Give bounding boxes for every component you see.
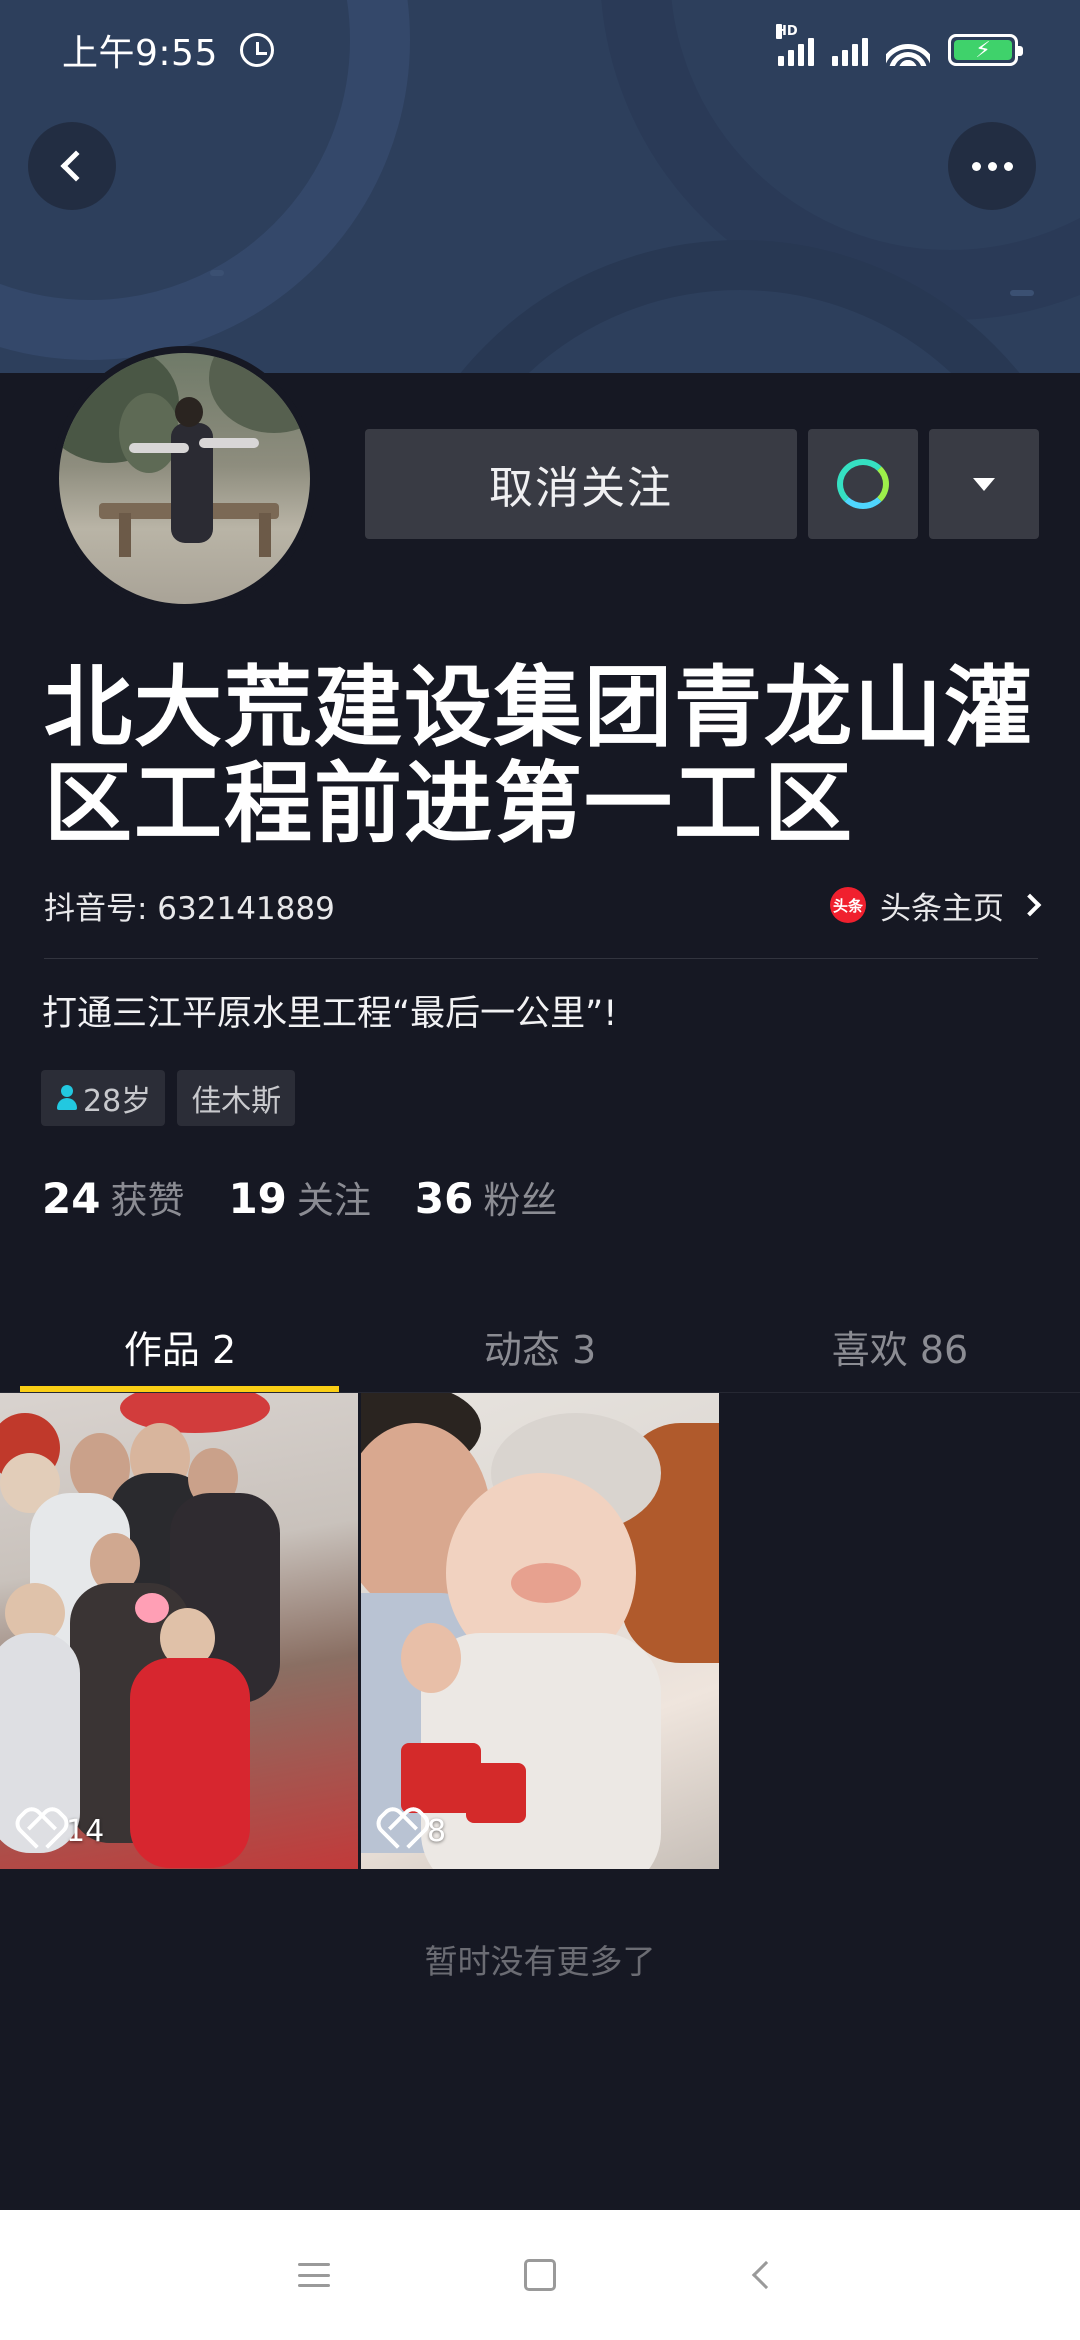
toutiao-label: 头条主页 [880,890,1004,927]
chat-bubble-icon [837,459,889,509]
battery-charging-icon: ⚡ [948,34,1023,66]
like-count-value: 8 [427,1813,447,1849]
status-bar: 上午9:55 HD ⚡ [0,0,1080,100]
video-thumbnail[interactable]: 8 [361,1393,719,1869]
toutiao-homepage-link[interactable]: 头条 头条主页 [830,883,1042,928]
status-time: 上午9:55 [62,33,218,74]
likes-stat: 24 获赞 [42,1170,184,1224]
followers-stat[interactable]: 36 粉丝 [415,1170,557,1224]
following-stat[interactable]: 19 关注 [228,1170,370,1224]
avatar[interactable] [52,346,317,611]
like-count: 8 [381,1813,446,1849]
person-icon [55,1085,79,1111]
likes-count: 24 [42,1174,101,1223]
divider [44,958,1038,959]
like-count-value: 14 [66,1813,105,1849]
message-button[interactable] [808,429,918,539]
alarm-icon [239,33,274,67]
following-label: 关注 [296,1179,371,1222]
back-icon [751,2260,781,2290]
followers-label: 粉丝 [483,1179,558,1222]
content-tabs: 作品 2 动态 3 喜欢 86 [0,1300,1080,1392]
age-tag-label: 28岁 [83,1084,152,1119]
more-dots-icon [971,161,1013,171]
like-count: 14 [20,1813,104,1849]
tab-likes[interactable]: 喜欢 86 [720,1300,1080,1392]
recommend-dropdown-button[interactable] [929,429,1039,539]
wifi-icon [886,34,930,66]
more-button[interactable] [948,122,1036,210]
chevron-right-icon [1018,893,1042,917]
hd-label: HD [776,24,798,39]
unfollow-button[interactable]: 取消关注 [365,429,797,539]
video-grid: 14 8 [0,1393,719,1869]
nav-menu-button[interactable] [201,2235,427,2315]
nav-back-button[interactable] [653,2235,879,2315]
age-tag: 28岁 [41,1070,166,1126]
following-count: 19 [228,1174,287,1223]
profile-tags: 28岁 佳木斯 [41,1070,296,1126]
system-nav-bar [0,2210,1080,2340]
video-thumbnail[interactable]: 14 [0,1393,358,1869]
tab-works[interactable]: 作品 2 [0,1300,360,1392]
no-more-hint: 暂时没有更多了 [424,1942,656,1981]
toutiao-logo-icon: 头条 [830,887,866,923]
home-square-icon [524,2259,556,2291]
douyin-id: 抖音号: 632141889 [44,890,335,927]
menu-icon [298,2263,330,2287]
back-button[interactable] [28,122,116,210]
profile-signature: 打通三江平原水里工程“最后一公里”! [42,994,618,1034]
profile-nickname: 北大荒建设集团青龙山灌区工程前进第一工区 [44,656,1035,855]
profile-id-line: 抖音号: 632141889 头条 头条主页 [44,882,1042,928]
triangle-down-icon [973,477,995,491]
heart-icon [381,1813,421,1849]
location-tag: 佳木斯 [177,1070,296,1126]
likes-label: 获赞 [110,1179,185,1222]
nav-home-button[interactable] [427,2235,653,2315]
tab-posts[interactable]: 动态 3 [360,1300,720,1392]
hd-signal-icon: HD [776,24,814,66]
chevron-left-icon [60,150,92,182]
signal-icon [832,36,868,66]
followers-count: 36 [414,1174,474,1223]
profile-stats: 24 获赞 19 关注 36 粉丝 [42,1170,557,1224]
heart-icon [20,1813,60,1849]
